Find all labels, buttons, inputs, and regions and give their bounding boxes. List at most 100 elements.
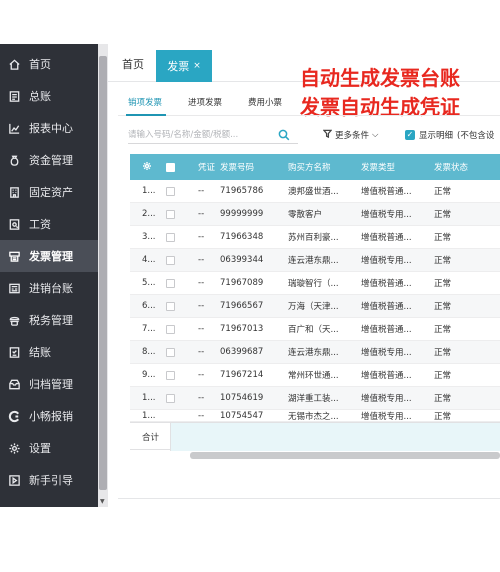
cell-voucher: --	[198, 301, 205, 311]
checkbox-icon[interactable]	[166, 255, 175, 265]
cell-status: 正常	[434, 279, 452, 289]
tab-input-invoice[interactable]: 进项发票	[188, 96, 222, 108]
scrollbar-thumb[interactable]	[99, 56, 107, 490]
cell-invoice-type: 增值税普通...	[361, 187, 412, 197]
table-row[interactable]: 1... -- 71965786 澳邦盛世酒... 增值税普通... 正常	[130, 180, 500, 203]
header-status[interactable]: 发票状态	[434, 154, 468, 180]
sidebar-item-settings[interactable]: 设置	[0, 432, 98, 464]
table-row[interactable]: 2... -- 99999999 零散客户 增值税专用... 正常	[130, 203, 500, 226]
sidebar-item-reports[interactable]: 报表中心	[0, 112, 98, 144]
row-checkbox[interactable]	[166, 203, 175, 225]
row-checkbox[interactable]	[166, 318, 175, 340]
checkbox-icon[interactable]	[166, 162, 175, 172]
checkout-icon	[7, 345, 21, 359]
column-settings[interactable]	[142, 154, 152, 180]
table-row[interactable]: 5... -- 71967089 瑞璇智行（... 增值税普通... 正常	[130, 272, 500, 295]
table-row[interactable]: 7... -- 71967013 百广和（天... 增值税普通... 正常	[130, 318, 500, 341]
cell-invoice-type: 增值税普通...	[361, 371, 412, 381]
expense-icon	[7, 409, 21, 423]
sidebar-item-tax[interactable]: 税务管理	[0, 304, 98, 336]
sidebar-item-label: 工资	[29, 218, 51, 231]
search-input[interactable]: 请输入号码/名称/金额/税额...	[128, 124, 298, 144]
cell-invoice-no: 71965786	[220, 186, 264, 196]
header-buyer[interactable]: 购买方名称	[288, 154, 331, 180]
guide-icon	[7, 473, 21, 487]
cell-voucher: --	[198, 324, 205, 334]
sidebar-item-archive[interactable]: 归档管理	[0, 368, 98, 400]
chart-icon	[7, 121, 21, 135]
scroll-down-arrow-icon[interactable]: ▼	[100, 499, 105, 505]
cell-invoice-type: 增值税专用...	[361, 348, 412, 358]
gear-icon	[7, 441, 21, 455]
row-checkbox[interactable]	[166, 249, 175, 271]
table-row[interactable]: 9... -- 71967214 常州环世通... 增值税普通... 正常	[130, 364, 500, 387]
tab-sales-invoice[interactable]: 销项发票	[128, 96, 162, 108]
sidebar-item-ledger[interactable]: 总账	[0, 80, 98, 112]
more-filter-button[interactable]: 更多条件 ⌵	[322, 129, 378, 141]
tab-invoice[interactable]: 发票 ×	[156, 50, 212, 82]
sidebar-item-payroll[interactable]: 工资	[0, 208, 98, 240]
header-invoice-type[interactable]: 发票类型	[361, 154, 395, 180]
exclude-note: (不包含设	[457, 131, 495, 141]
sidebar-item-checkout[interactable]: 结账	[0, 336, 98, 368]
checkbox-icon[interactable]	[166, 209, 175, 219]
checkbox-icon[interactable]	[166, 393, 175, 403]
total-label: 合计	[142, 433, 160, 443]
select-all-checkbox[interactable]	[166, 154, 175, 180]
cell-voucher: --	[198, 411, 205, 421]
checkbox-icon[interactable]	[166, 186, 175, 196]
checkbox-icon[interactable]	[166, 278, 175, 288]
sidebar-item-label: 报表中心	[29, 122, 73, 135]
row-checkbox[interactable]	[166, 226, 175, 248]
table-row[interactable]: 6... -- 71966567 万海（天津... 增值税普通... 正常	[130, 295, 500, 318]
sidebar-item-guide[interactable]: 新手引导	[0, 464, 98, 496]
sidebar-scrollbar[interactable]: ▼	[98, 44, 108, 507]
search-icon[interactable]	[278, 126, 292, 141]
sidebar-item-home[interactable]: 首页	[0, 48, 98, 80]
row-checkbox[interactable]	[166, 272, 175, 294]
sidebar-item-funds[interactable]: 资金管理	[0, 144, 98, 176]
checkbox-icon[interactable]	[166, 232, 175, 242]
checkbox-icon[interactable]	[166, 347, 175, 357]
tab-expense-receipt[interactable]: 费用小票	[248, 96, 282, 108]
checkbox-checked-icon[interactable]: ✓	[405, 130, 415, 140]
cell-status: 正常	[434, 302, 452, 312]
sidebar-item-expense[interactable]: 小畅报销	[0, 400, 98, 432]
table-row[interactable]: 3... -- 71966348 苏州百利豪... 增值税普通... 正常	[130, 226, 500, 249]
checkbox-icon[interactable]	[166, 324, 175, 334]
row-index: 1...	[142, 393, 156, 403]
sidebar-item-fixed-assets[interactable]: 固定资产	[0, 176, 98, 208]
sidebar-item-label: 税务管理	[29, 314, 73, 327]
sidebar-item-invoice[interactable]: 发票管理	[0, 240, 98, 272]
cell-buyer: 连云港东鼎...	[288, 348, 339, 358]
checkbox-icon[interactable]	[166, 301, 175, 311]
cell-voucher: --	[198, 347, 205, 357]
table-row[interactable]: 1... -- 10754619 湖洋重工装... 增值税专用... 正常	[130, 387, 500, 410]
header-invoice-no[interactable]: 发票号码	[220, 154, 254, 180]
building-icon	[7, 185, 21, 199]
active-tab-underline	[126, 114, 166, 116]
row-index: 8...	[142, 347, 156, 357]
row-checkbox[interactable]	[166, 387, 175, 409]
row-checkbox[interactable]	[166, 295, 175, 317]
row-checkbox[interactable]	[166, 341, 175, 363]
checkbox-icon[interactable]	[166, 370, 175, 380]
show-detail-checkbox[interactable]: ✓ 显示明细 (不包含设	[405, 129, 494, 141]
table-row[interactable]: 4... -- 06399344 连云港东鼎... 增值税专用... 正常	[130, 249, 500, 272]
row-checkbox[interactable]	[166, 364, 175, 386]
cell-invoice-type: 增值税普通...	[361, 233, 412, 243]
cell-buyer: 苏州百利豪...	[288, 233, 339, 243]
sidebar-item-sales-register[interactable]: 进销台账	[0, 272, 98, 304]
sidebar-item-label: 结账	[29, 346, 51, 359]
close-icon[interactable]: ×	[193, 61, 201, 71]
cell-invoice-type: 增值税专用...	[361, 394, 412, 404]
header-voucher[interactable]: 凭证	[198, 154, 215, 180]
cell-buyer: 百广和（天...	[288, 325, 339, 335]
table-row[interactable]: 8... -- 06399687 连云港东鼎... 增值税专用... 正常	[130, 341, 500, 364]
tab-home[interactable]: 首页	[113, 50, 153, 78]
cell-buyer: 连云港东鼎...	[288, 256, 339, 266]
gear-icon[interactable]	[142, 161, 152, 174]
table-row[interactable]: 1... -- 10754547 无锡市杰之... 增值税专用... 正常	[130, 410, 500, 422]
row-checkbox[interactable]	[166, 180, 175, 202]
horizontal-scrollbar[interactable]	[190, 452, 500, 459]
